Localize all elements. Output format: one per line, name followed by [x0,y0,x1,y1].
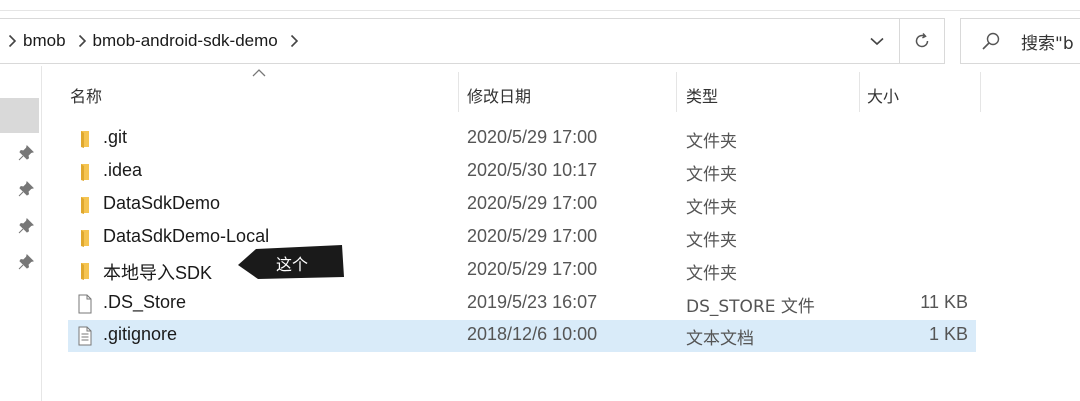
search-box[interactable]: 搜索"b [960,18,1080,64]
file-icon [78,294,92,314]
folder-icon [81,263,89,280]
search-input[interactable]: 搜索"b [1021,29,1074,54]
file-modified-date: 2018/12/6 10:00 [467,324,598,344]
pin-icon[interactable] [17,144,35,162]
file-row-datasdkdemo[interactable]: DataSdkDemo 2020/5/29 17:00 文件夹 [68,189,976,221]
column-header-date[interactable]: 修改日期 [467,80,531,110]
column-divider[interactable] [458,72,459,112]
breadcrumb-bmob[interactable]: bmob [23,31,66,51]
column-header-name[interactable]: 名称 [70,80,102,110]
column-header-type[interactable]: 类型 [686,80,718,110]
file-type: DS_STORE 文件 [686,297,815,317]
file-row-local-sdk[interactable]: 本地导入SDK 2020/5/29 17:00 文件夹 [68,255,976,287]
file-modified-date: 2020/5/29 17:00 [467,226,598,246]
file-type: 文件夹 [686,165,737,185]
column-header-size[interactable]: 大小 [867,80,899,110]
file-name[interactable]: 本地导入SDK [103,259,212,285]
breadcrumb-current-folder[interactable]: bmob-android-sdk-demo [93,31,278,51]
folder-icon [81,164,89,181]
chevron-right-icon[interactable] [290,34,299,48]
refresh-button[interactable] [899,18,945,64]
folder-icon [81,131,89,148]
file-type: 文件夹 [686,198,737,218]
pin-icon[interactable] [17,253,35,271]
folder-icon [81,230,89,247]
file-modified-date: 2020/5/29 17:00 [467,259,598,279]
file-type: 文件夹 [686,231,737,251]
file-modified-date: 2020/5/29 17:00 [467,193,598,213]
file-size: 11 KB [920,292,968,312]
file-name[interactable]: .git [103,127,127,148]
file-name[interactable]: .DS_Store [103,292,186,313]
chevron-right-icon[interactable] [8,34,17,48]
nav-item-selected[interactable] [0,98,39,133]
sort-ascending-icon [252,69,266,77]
address-bar[interactable]: bmob bmob-android-sdk-demo [0,18,900,64]
file-row-git[interactable]: .git 2020/5/29 17:00 文件夹 [68,123,976,155]
search-icon [981,30,1003,52]
file-size: 1 KB [928,324,968,344]
file-row-datasdkdemo-local[interactable]: DataSdkDemo-Local 2020/5/29 17:00 文件夹 [68,222,976,254]
file-type: 文本文档 [686,329,754,349]
text-file-icon [78,326,92,346]
file-row-idea[interactable]: .idea 2020/5/30 10:17 文件夹 [68,156,976,188]
file-name[interactable]: .gitignore [103,324,177,345]
file-modified-date: 2020/5/30 10:17 [467,160,598,180]
file-type: 文件夹 [686,264,737,284]
file-modified-date: 2019/5/23 16:07 [467,292,598,312]
annotation-callout: 这个 [238,243,344,281]
file-name[interactable]: DataSdkDemo [103,193,220,214]
address-history-dropdown-button[interactable] [855,18,899,64]
window-top-border [0,10,1080,11]
annotation-text: 这个 [276,255,309,274]
file-modified-date: 2020/5/29 17:00 [467,127,598,147]
folder-icon [81,197,89,214]
file-row-ds-store[interactable]: .DS_Store 2019/5/23 16:07 DS_STORE 文件 11… [68,288,976,320]
column-divider[interactable] [980,72,981,112]
file-type: 文件夹 [686,132,737,152]
pin-icon[interactable] [17,180,35,198]
file-name[interactable]: .idea [103,160,142,181]
chevron-down-icon [870,37,884,45]
file-row-gitignore[interactable]: .gitignore 2018/12/6 10:00 文本文档 1 KB [68,320,976,352]
refresh-icon [915,33,929,48]
column-divider[interactable] [676,72,677,112]
chevron-right-icon[interactable] [78,34,87,48]
pin-icon[interactable] [17,217,35,235]
column-divider[interactable] [859,72,860,112]
